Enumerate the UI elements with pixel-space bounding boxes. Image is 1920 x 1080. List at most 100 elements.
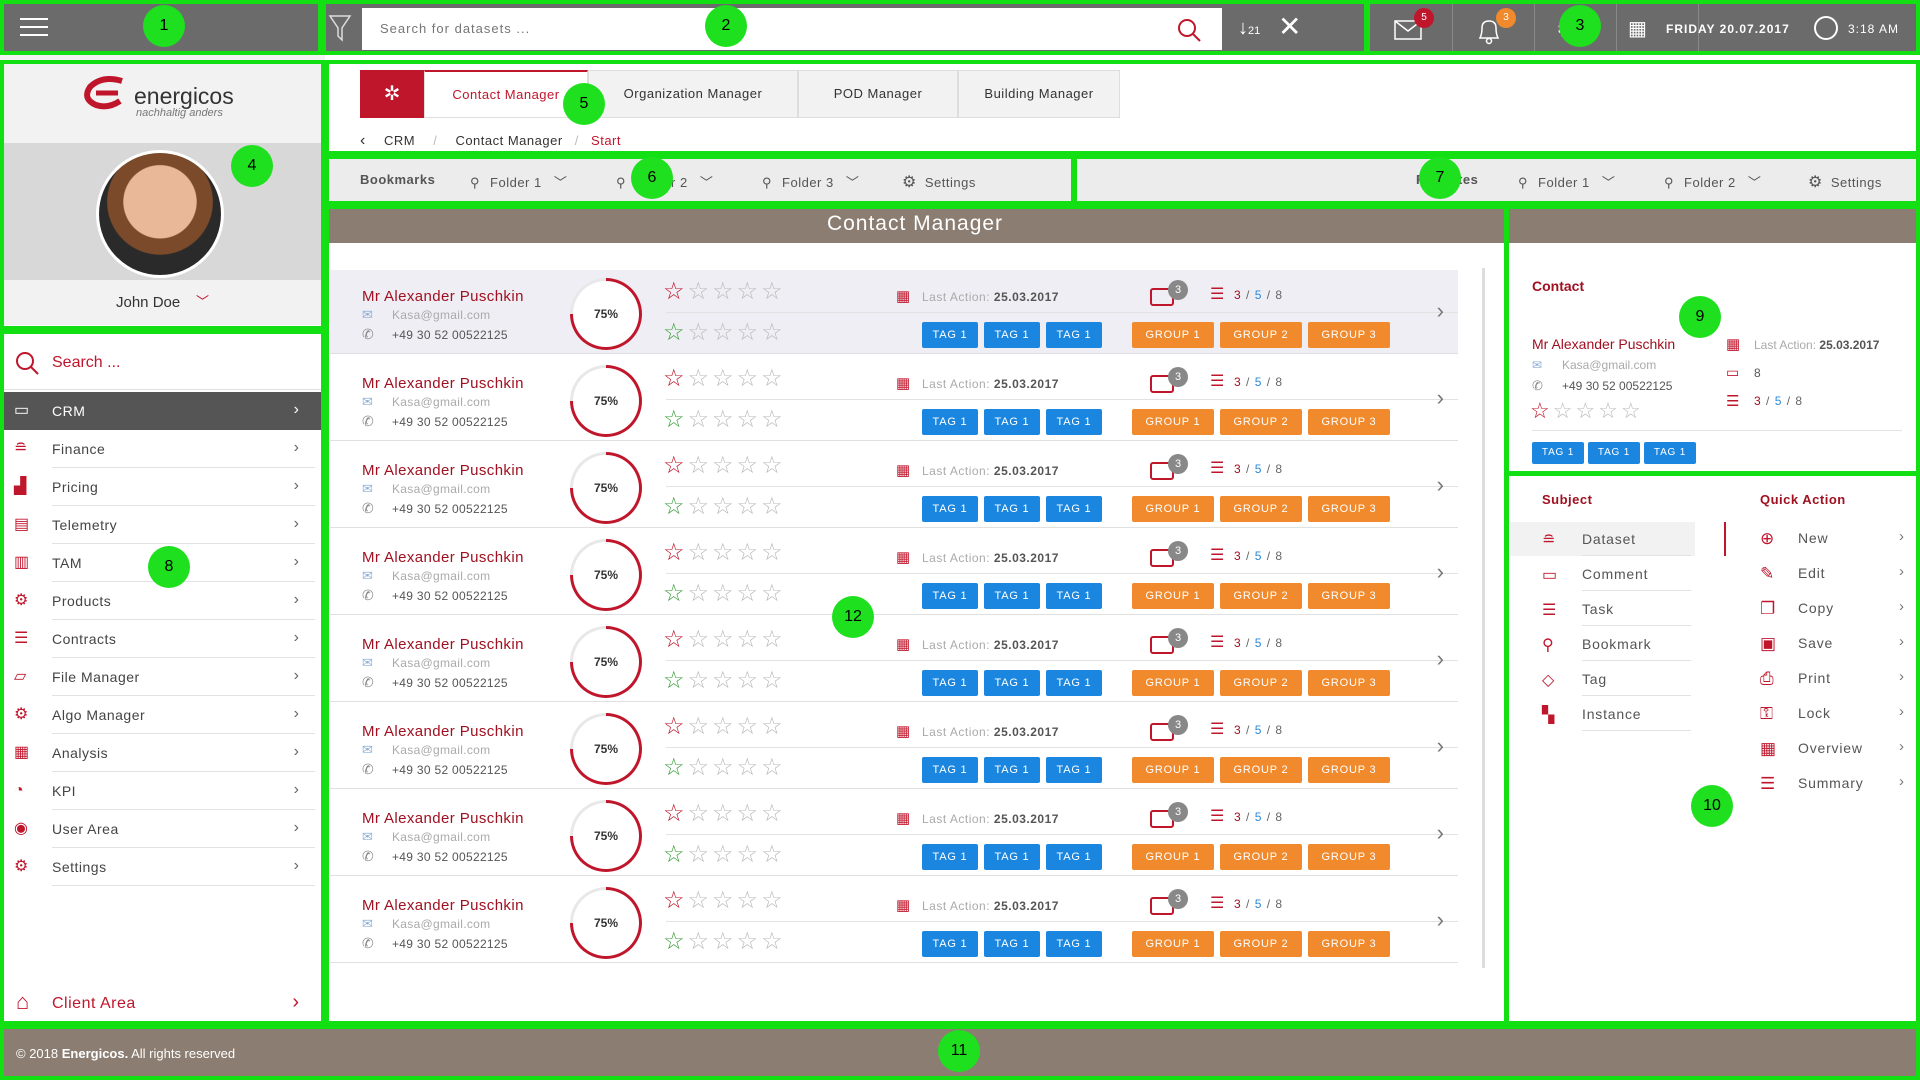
sidebar-item-finance[interactable]: ≘ Finance ›	[0, 430, 325, 468]
favorite-folder-2[interactable]: ⚲ Folder 2 ﹀	[1664, 172, 1761, 191]
sidebar-item-telemetry[interactable]: ▤ Telemetry ›	[0, 506, 325, 544]
rating-stars[interactable]: ☆☆☆☆☆	[663, 628, 786, 652]
contact-name[interactable]: Mr Alexander Puschkin	[362, 810, 524, 827]
filter-icon[interactable]	[328, 14, 352, 42]
hamburger-menu-icon[interactable]	[10, 10, 58, 46]
subject-item-bookmark[interactable]: ⚲ Bookmark	[1510, 627, 1695, 661]
group-badge[interactable]: GROUP 2	[1220, 931, 1302, 957]
group-badge[interactable]: GROUP 3	[1308, 931, 1390, 957]
clear-search-icon[interactable]: ✕	[1278, 12, 1301, 42]
tag-badge[interactable]: TAG 1	[1046, 322, 1102, 348]
rating-stars[interactable]: ☆☆☆☆☆	[663, 454, 786, 478]
breadcrumb-crm[interactable]: CRM	[384, 133, 415, 148]
list-scrollbar[interactable]	[1482, 268, 1485, 968]
contact-name[interactable]: Mr Alexander Puschkin	[362, 288, 524, 305]
breadcrumb-contact-manager[interactable]: Contact Manager	[455, 133, 562, 148]
contact-name[interactable]: Mr Alexander Puschkin	[362, 375, 524, 392]
chevron-right-icon[interactable]: ›	[1437, 385, 1444, 411]
chevron-right-icon[interactable]: ›	[1437, 646, 1444, 672]
tab-building-manager[interactable]: Building Manager	[958, 70, 1120, 118]
group-badge[interactable]: GROUP 1	[1132, 757, 1214, 783]
user-menu[interactable]: John Doe ﹀	[0, 280, 325, 325]
avatar[interactable]	[96, 150, 224, 278]
contact-name[interactable]: Mr Alexander Puschkin	[362, 723, 524, 740]
sidebar-item-file-manager[interactable]: ▱ File Manager ›	[0, 658, 325, 696]
table-row[interactable]: Mr Alexander Puschkin ✉ Kasa@gmail.com ✆ +49…	[330, 531, 1458, 615]
quick-action-lock[interactable]: ⚿ Lock ›	[1728, 696, 1910, 730]
notifications-button[interactable]: 3	[1472, 8, 1516, 46]
contact-name[interactable]: Mr Alexander Puschkin	[362, 462, 524, 479]
group-badge[interactable]: GROUP 2	[1220, 409, 1302, 435]
tag-badge[interactable]: TAG 1	[922, 844, 978, 870]
tag-badge[interactable]: TAG 1	[984, 496, 1040, 522]
priority-stars[interactable]: ☆☆☆☆☆	[663, 930, 786, 954]
priority-stars[interactable]: ☆☆☆☆☆	[663, 495, 786, 519]
table-row[interactable]: Mr Alexander Puschkin ✉ Kasa@gmail.com ✆ +49…	[330, 792, 1458, 876]
quick-action-edit[interactable]: ✎ Edit ›	[1728, 556, 1910, 590]
quick-action-copy[interactable]: ❐ Copy ›	[1728, 591, 1910, 625]
group-badge[interactable]: GROUP 3	[1308, 844, 1390, 870]
chevron-right-icon[interactable]: ›	[1437, 472, 1444, 498]
subject-item-dataset[interactable]: ≘ Dataset	[1510, 522, 1695, 556]
contact-name[interactable]: Mr Alexander Puschkin	[362, 636, 524, 653]
sidebar-item-kpi[interactable]: ◔ KPI ›	[0, 772, 325, 810]
mail-button[interactable]: 5	[1390, 8, 1434, 46]
group-badge[interactable]: GROUP 1	[1132, 322, 1214, 348]
subject-item-tag[interactable]: ◇ Tag	[1510, 662, 1695, 696]
tag-badge[interactable]: TAG 1	[984, 322, 1040, 348]
table-row[interactable]: Mr Alexander Puschkin ✉ Kasa@gmail.com ✆ +49…	[330, 444, 1458, 528]
contact-card-name[interactable]: Mr Alexander Puschkin	[1532, 336, 1675, 352]
table-row[interactable]: Mr Alexander Puschkin ✉ Kasa@gmail.com ✆ +49…	[330, 618, 1458, 702]
group-badge[interactable]: GROUP 1	[1132, 496, 1214, 522]
priority-stars[interactable]: ☆☆☆☆☆	[663, 408, 786, 432]
quick-action-new[interactable]: ⊕ New ›	[1728, 521, 1910, 555]
quick-action-summary[interactable]: ☰ Summary ›	[1728, 766, 1910, 800]
group-badge[interactable]: GROUP 3	[1308, 322, 1390, 348]
chevron-right-icon[interactable]: ›	[1437, 733, 1444, 759]
table-row[interactable]: Mr Alexander Puschkin ✉ Kasa@gmail.com ✆ +49…	[330, 357, 1458, 441]
tag-badge[interactable]: TAG 1	[922, 322, 978, 348]
group-badge[interactable]: GROUP 1	[1132, 583, 1214, 609]
tag-badge[interactable]: TAG 1	[984, 409, 1040, 435]
favorite-folder-1[interactable]: ⚲ Folder 1 ﹀	[1518, 172, 1615, 191]
priority-stars[interactable]: ☆☆☆☆☆	[663, 321, 786, 345]
table-row[interactable]: Mr Alexander Puschkin ✉ Kasa@gmail.com ✆ +49…	[330, 879, 1458, 963]
tag-badge[interactable]: TAG 1	[1046, 670, 1102, 696]
quick-action-save[interactable]: ▣ Save ›	[1728, 626, 1910, 660]
contact-name[interactable]: Mr Alexander Puschkin	[362, 897, 524, 914]
subject-item-instance[interactable]: ▚ Instance	[1510, 697, 1695, 731]
contact-name[interactable]: Mr Alexander Puschkin	[362, 549, 524, 566]
rating-stars[interactable]: ☆☆☆☆☆	[663, 802, 786, 826]
bookmark-folder-3[interactable]: ⚲ Folder 3 ﹀	[762, 172, 859, 191]
tag-badge[interactable]: TAG 1	[922, 496, 978, 522]
sidebar-item-settings[interactable]: ⚙ Settings ›	[0, 848, 325, 886]
tag-badge[interactable]: TAG 1	[1046, 496, 1102, 522]
group-badge[interactable]: GROUP 1	[1132, 409, 1214, 435]
group-badge[interactable]: GROUP 3	[1308, 670, 1390, 696]
quick-action-overview[interactable]: ▦ Overview ›	[1728, 731, 1910, 765]
sidebar-item-analysis[interactable]: ▦ Analysis ›	[0, 734, 325, 772]
tag-badge[interactable]: TAG 1	[984, 844, 1040, 870]
group-badge[interactable]: GROUP 3	[1308, 757, 1390, 783]
rating-stars[interactable]: ☆☆☆☆☆	[663, 280, 786, 304]
sidebar-item-products[interactable]: ⚙ Products ›	[0, 582, 325, 620]
tag-badge[interactable]: TAG 1	[1532, 442, 1584, 464]
tag-badge[interactable]: TAG 1	[1644, 442, 1696, 464]
chevron-right-icon[interactable]: ›	[1437, 907, 1444, 933]
table-row[interactable]: Mr Alexander Puschkin ✉ Kasa@gmail.com ✆ +49…	[330, 270, 1458, 354]
group-badge[interactable]: GROUP 3	[1308, 583, 1390, 609]
group-badge[interactable]: GROUP 1	[1132, 670, 1214, 696]
tab-organization-manager[interactable]: Organization Manager	[588, 70, 798, 118]
tag-badge[interactable]: TAG 1	[922, 583, 978, 609]
tag-badge[interactable]: TAG 1	[984, 670, 1040, 696]
subject-item-comment[interactable]: ▭ Comment	[1510, 557, 1695, 591]
tag-badge[interactable]: TAG 1	[1046, 757, 1102, 783]
group-badge[interactable]: GROUP 1	[1132, 931, 1214, 957]
priority-stars[interactable]: ☆☆☆☆☆	[663, 756, 786, 780]
tag-badge[interactable]: TAG 1	[1046, 409, 1102, 435]
rating-stars[interactable]: ☆☆☆☆☆	[663, 889, 786, 913]
priority-stars[interactable]: ☆☆☆☆☆	[663, 582, 786, 606]
tag-badge[interactable]: TAG 1	[1046, 931, 1102, 957]
client-area-button[interactable]: ⌂ Client Area ›	[0, 983, 325, 1023]
group-badge[interactable]: GROUP 2	[1220, 583, 1302, 609]
